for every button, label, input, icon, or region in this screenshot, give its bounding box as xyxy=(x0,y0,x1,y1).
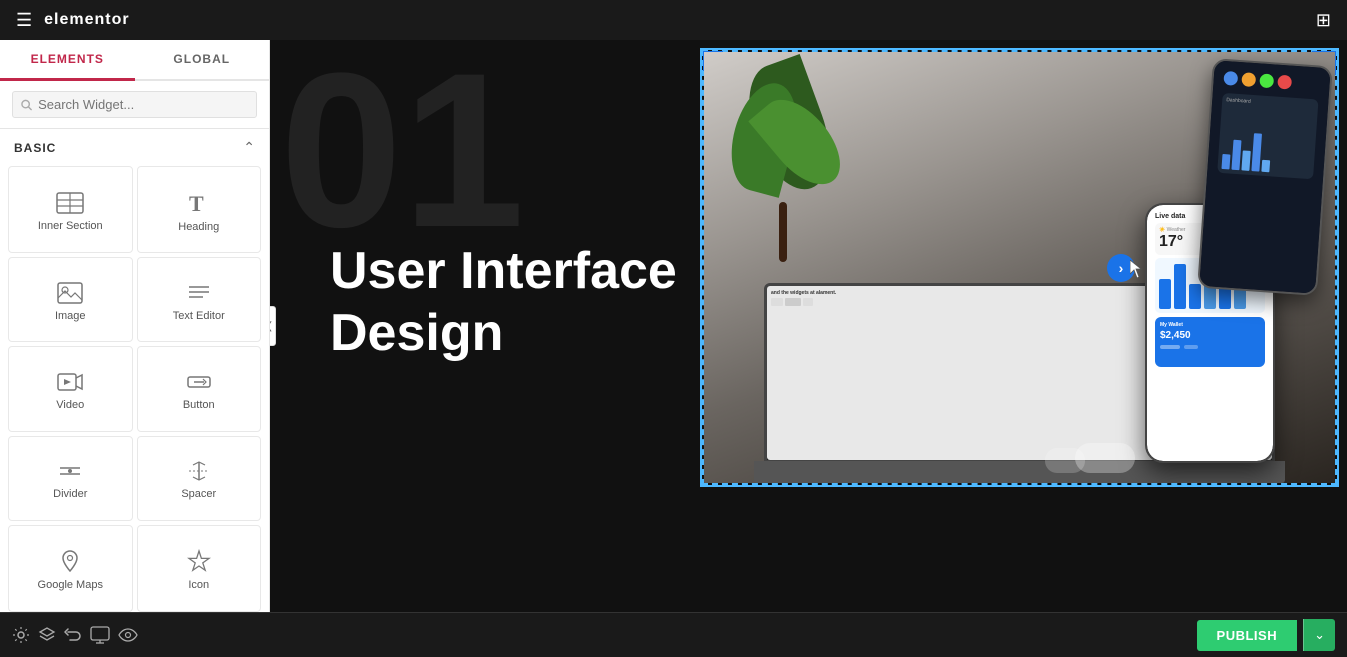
image-widget-content: and the widgets at alament. xyxy=(704,52,1335,483)
blue-circle-btn: › xyxy=(1107,254,1135,282)
main-layout: ELEMENTS GLOBAL BASIC ⌃ xyxy=(0,40,1347,612)
publish-button[interactable]: PUBLISH xyxy=(1197,620,1298,651)
desktop-icon[interactable] xyxy=(90,626,110,644)
laptop-keyboard xyxy=(754,461,1285,483)
bottom-right: PUBLISH ⌄ xyxy=(1197,619,1335,651)
video-icon xyxy=(57,371,83,393)
widget-item-divider[interactable]: Divider xyxy=(8,436,133,521)
widget-label-google-maps: Google Maps xyxy=(38,579,103,591)
hamburger-icon[interactable]: ☰ xyxy=(16,10,32,31)
canvas-area[interactable]: ❮ 01 User Interface Design xyxy=(270,40,1347,612)
undo-icon[interactable] xyxy=(64,626,82,644)
search-icon xyxy=(21,99,32,111)
settings-icon[interactable] xyxy=(12,626,30,644)
search-container xyxy=(0,81,269,129)
phone-2: Dashboard xyxy=(1197,58,1333,296)
tab-elements[interactable]: ELEMENTS xyxy=(0,40,135,81)
widget-label-icon: Icon xyxy=(188,579,209,591)
map-icon xyxy=(58,549,82,573)
canvas-headline: User Interface Design xyxy=(330,240,677,365)
heading-icon: T xyxy=(186,191,212,215)
button-icon xyxy=(186,371,212,393)
layers-icon[interactable] xyxy=(38,626,56,644)
section-toggle[interactable]: ⌃ xyxy=(243,139,255,156)
sidebar-tabs: ELEMENTS GLOBAL xyxy=(0,40,269,81)
divider-icon xyxy=(57,460,83,482)
grid-icon[interactable]: ⊞ xyxy=(1316,10,1331,31)
search-input-wrapper xyxy=(12,91,257,118)
inner-section-icon xyxy=(56,192,84,214)
widget-item-video[interactable]: Video xyxy=(8,346,133,431)
widget-label-spacer: Spacer xyxy=(181,488,216,500)
image-widget[interactable]: and the widgets at alament. xyxy=(702,50,1337,485)
sidebar: ELEMENTS GLOBAL BASIC ⌃ xyxy=(0,40,270,612)
section-title: BASIC xyxy=(14,141,56,155)
svg-text:T: T xyxy=(189,191,204,215)
widget-label-video: Video xyxy=(56,399,84,411)
headline-line1: User Interface xyxy=(330,240,677,302)
headline-line2: Design xyxy=(330,302,677,364)
big-number: 01 xyxy=(270,40,525,260)
publish-arrow-button[interactable]: ⌄ xyxy=(1303,619,1335,651)
top-bar-left: ☰ elementor xyxy=(16,10,130,31)
canvas-content: 01 User Interface Design xyxy=(270,40,1347,612)
widget-label-text-editor: Text Editor xyxy=(173,310,225,322)
widget-item-google-maps[interactable]: Google Maps xyxy=(8,525,133,612)
plant xyxy=(724,62,844,262)
tab-global[interactable]: GLOBAL xyxy=(135,40,270,79)
widgets-grid: Inner Section T Heading Image xyxy=(0,166,269,612)
phone-2-screen: Dashboard xyxy=(1199,60,1330,294)
widget-item-button[interactable]: Button xyxy=(137,346,262,431)
widget-item-inner-section[interactable]: Inner Section xyxy=(8,166,133,253)
widget-label-image: Image xyxy=(55,310,86,322)
text-editor-icon xyxy=(186,282,212,304)
widget-label-button: Button xyxy=(183,399,215,411)
mock-image: and the widgets at alament. xyxy=(704,52,1335,483)
collapse-handle[interactable]: ❮ xyxy=(270,306,276,346)
search-input[interactable] xyxy=(38,97,248,112)
white-obj-2 xyxy=(1045,448,1085,473)
top-bar: ☰ elementor ⊞ xyxy=(0,0,1347,40)
section-header: BASIC ⌃ xyxy=(0,129,269,166)
widget-item-spacer[interactable]: Spacer xyxy=(137,436,262,521)
stem xyxy=(779,202,787,262)
widget-label-heading: Heading xyxy=(178,221,219,233)
icon-icon xyxy=(187,549,211,573)
widget-label-divider: Divider xyxy=(53,488,87,500)
elementor-logo: elementor xyxy=(44,11,129,29)
spacer-icon xyxy=(186,460,212,482)
preview-icon[interactable] xyxy=(118,627,138,643)
widget-item-heading[interactable]: T Heading xyxy=(137,166,262,253)
widget-item-image[interactable]: Image xyxy=(8,257,133,342)
widget-label-inner-section: Inner Section xyxy=(38,220,103,232)
widget-item-icon[interactable]: Icon xyxy=(137,525,262,612)
image-icon xyxy=(57,282,83,304)
widget-item-text-editor[interactable]: Text Editor xyxy=(137,257,262,342)
bottom-left xyxy=(12,626,138,644)
bottom-bar: PUBLISH ⌄ xyxy=(0,612,1347,657)
